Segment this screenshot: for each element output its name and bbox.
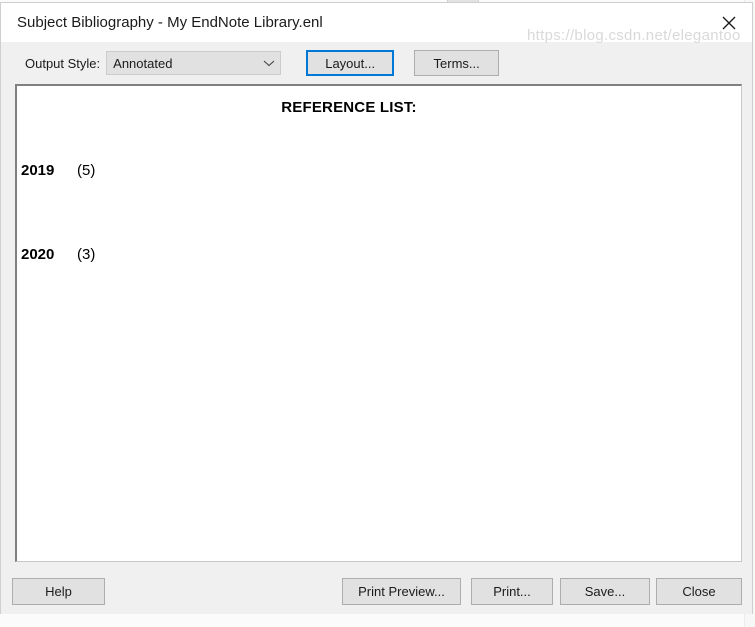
subject-bibliography-dialog: Subject Bibliography - My EndNote Librar…: [0, 2, 753, 614]
help-button[interactable]: Help: [12, 578, 105, 605]
subject-count: (3): [77, 246, 96, 263]
list-item: 2019 (5): [17, 162, 741, 179]
content-area: REFERENCE LIST: 2019 (5) 2020 (3): [1, 84, 752, 562]
reference-list-heading: REFERENCE LIST:: [281, 99, 417, 116]
print-button[interactable]: Print...: [471, 578, 553, 605]
subject-term: 2019: [21, 162, 55, 179]
chevron-down-icon: [262, 56, 276, 71]
title-bar: Subject Bibliography - My EndNote Librar…: [1, 3, 752, 42]
window-title: Subject Bibliography - My EndNote Librar…: [17, 14, 323, 31]
subject-count: (5): [77, 162, 96, 179]
close-button[interactable]: Close: [656, 578, 742, 605]
toolbar: Output Style: Annotated Layout... Terms.…: [1, 42, 752, 84]
print-preview-button[interactable]: Print Preview...: [342, 578, 461, 605]
background-window-bottom-row: [0, 616, 755, 627]
footer-button-bar: Help Print Preview... Print... Save... C…: [1, 562, 752, 614]
close-icon[interactable]: [706, 3, 752, 42]
subject-term: 2020: [21, 246, 55, 263]
list-item: 2020 (3): [17, 246, 741, 263]
save-button[interactable]: Save...: [560, 578, 650, 605]
output-style-label: Output Style:: [25, 55, 101, 71]
bibliography-preview[interactable]: REFERENCE LIST: 2019 (5) 2020 (3): [15, 84, 742, 562]
output-style-select[interactable]: Annotated: [106, 51, 282, 75]
layout-button[interactable]: Layout...: [306, 50, 395, 76]
terms-button[interactable]: Terms...: [414, 50, 500, 76]
output-style-value: Annotated: [113, 55, 173, 71]
